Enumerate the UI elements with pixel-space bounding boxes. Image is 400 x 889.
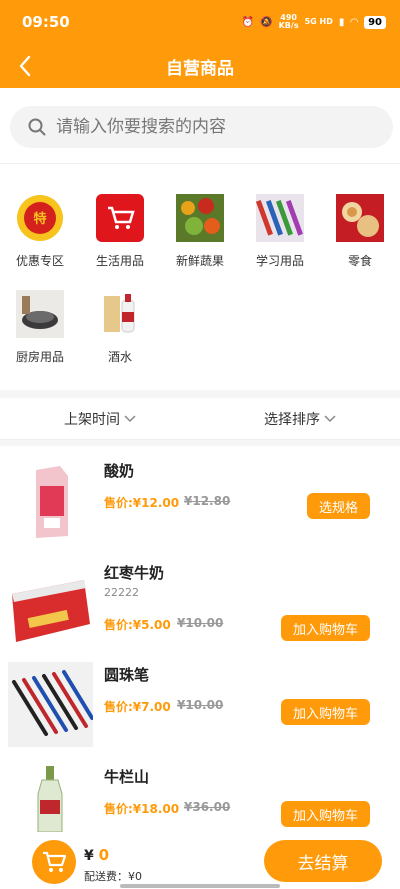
net-speed: 490 KB/s [279,14,299,30]
mute-icon: 🔕 [260,16,273,28]
shopping-cart-icon [43,851,67,872]
product-original-price: ¥12.80 [184,494,231,508]
category-kitchen[interactable]: 厨房用品 [5,290,75,365]
chevron-left-icon [19,55,31,77]
sort-by-order-label: 选择排序 [264,411,320,428]
category-label: 厨房用品 [15,350,64,364]
status-time: 09:50 [22,13,70,31]
category-label: 学习用品 [255,254,304,268]
product-original-price: ¥10.00 [177,616,224,630]
search-input[interactable] [56,117,356,137]
product-price: 售价:¥7.00 [104,700,171,714]
category-vegetables[interactable]: 新鲜蔬果 [165,194,235,269]
product-item[interactable]: 红枣牛奶 22222 售价:¥5.00 ¥10.00 加入购物车 [0,560,400,660]
sort-by-time[interactable]: 上架时间 [0,398,200,439]
select-spec-button[interactable]: 选规格 [306,493,370,519]
product-price: 售价:¥12.00 [104,496,180,510]
product-name: 牛栏山 [104,768,150,786]
category-label: 酒水 [107,350,132,364]
product-original-price: ¥36.00 [184,800,231,814]
search-box[interactable] [10,106,393,148]
product-image-liquor [8,764,93,833]
signal-icon: ▮ [338,16,345,28]
sort-bar: 上架时间 选择排序 [0,398,400,440]
cart-button[interactable] [32,840,76,884]
kitchenware-icon [16,290,64,338]
add-to-cart-button[interactable]: 加入购物车 [280,699,370,725]
category-promotion[interactable]: 特 优惠专区 [5,194,75,269]
add-to-cart-button[interactable]: 加入购物车 [280,801,370,827]
product-item[interactable]: 牛栏山 售价:¥18.00 ¥36.00 加入购物车 [0,764,400,833]
svg-text:特: 特 [33,211,46,227]
home-indicator [120,884,280,888]
product-name: 酸奶 [104,462,135,480]
search-section [0,88,400,164]
section-divider [0,440,400,446]
category-daily[interactable]: 生活用品 [85,194,155,269]
wifi-icon: ◠ [350,16,359,28]
top-bar: 09:50 ⏰ 🔕 490 KB/s 5G HD ▮ ◠ 90 自营商品 [0,0,400,88]
search-icon [28,118,46,136]
nav-bar: 自营商品 [0,44,400,88]
liquor-icon [96,290,144,338]
product-image-milk [8,568,93,653]
add-to-cart-button[interactable]: 加入购物车 [280,615,370,641]
stationery-icon [255,194,304,242]
back-button[interactable] [14,52,36,80]
product-price: 售价:¥18.00 [104,802,180,816]
category-label: 新鲜蔬果 [175,254,224,268]
product-spec: 22222 [104,586,139,599]
category-label: 优惠专区 [15,254,64,268]
cart-total: ¥ 0 [84,846,109,864]
category-liquor[interactable]: 酒水 [85,290,155,365]
sort-by-order[interactable]: 选择排序 [200,398,400,439]
checkout-button[interactable]: 去结算 [264,840,382,882]
net-type: 5G HD [304,17,333,26]
category-label: 零食 [347,254,372,268]
alarm-icon: ⏰ [241,16,255,28]
chevron-down-icon [124,414,136,422]
product-name: 红枣牛奶 [104,564,165,582]
shopping-cart-icon [96,194,144,242]
chevron-down-icon [324,414,336,422]
product-image-pen [8,662,94,747]
sort-by-time-label: 上架时间 [64,411,120,428]
product-original-price: ¥10.00 [177,698,224,712]
cart-currency: ¥ [84,848,94,864]
product-name: 圆珠笔 [104,666,150,684]
delivery-fee: 配送费：¥0 [84,870,142,883]
snacks-icon [336,194,384,242]
cart-bar: ¥ 0 配送费：¥0 去结算 [0,832,400,889]
section-divider [0,390,400,398]
product-item[interactable]: 圆珠笔 售价:¥7.00 ¥10.00 加入购物车 [0,662,400,762]
status-icons: ⏰ 🔕 490 KB/s 5G HD ▮ ◠ 90 [242,14,386,30]
vegetables-icon [176,194,224,242]
cart-total-value: 0 [98,846,110,864]
battery-level: 90 [364,15,386,29]
category-snacks[interactable]: 零食 [325,194,395,269]
net-speed-unit: KB/s [278,21,299,30]
promotion-badge-icon: 特 [16,194,64,242]
category-label: 生活用品 [95,254,144,268]
page-title: 自营商品 [166,58,234,79]
product-price: 售价:¥5.00 [104,618,171,632]
product-image-yogurt [8,458,93,543]
product-item[interactable]: 酸奶 售价:¥12.00 ¥12.80 选规格 [0,458,400,558]
category-stationery[interactable]: 学习用品 [245,194,315,269]
status-bar: 09:50 ⏰ 🔕 490 KB/s 5G HD ▮ ◠ 90 [0,0,400,44]
